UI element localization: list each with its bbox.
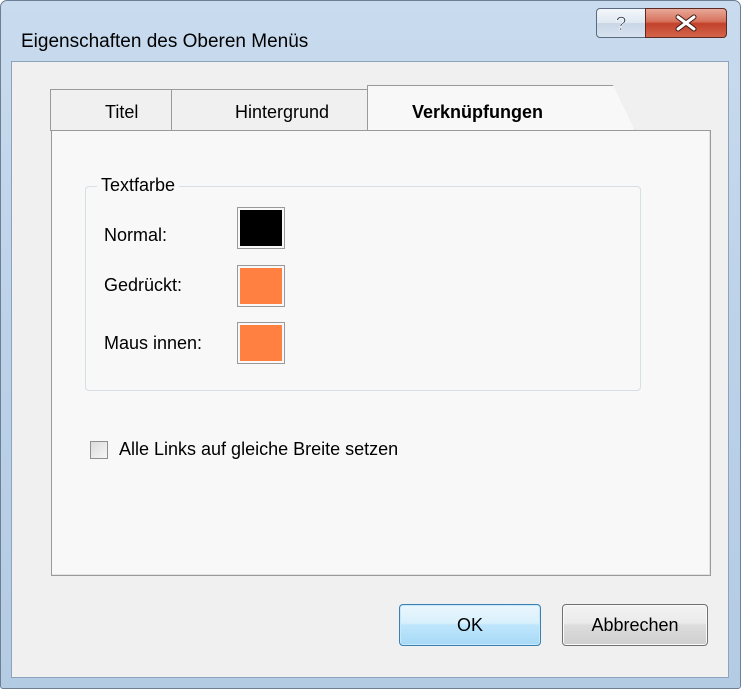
equal-width-checkbox[interactable] <box>90 441 108 459</box>
textfarbe-legend: Textfarbe <box>97 175 180 196</box>
svg-text:?: ? <box>616 14 627 35</box>
normal-color-fill <box>240 210 282 246</box>
maus-innen-label: Maus innen: <box>104 333 203 353</box>
tab-verknuepfungen-label: Verknüpfungen <box>412 102 544 122</box>
help-button[interactable]: ? <box>596 8 646 38</box>
normal-color-swatch[interactable] <box>237 207 285 249</box>
title-bar[interactable]: Eigenschaften des Oberen Menüs ? <box>1 1 740 61</box>
close-button[interactable] <box>645 8 727 38</box>
tab-hintergrund-label: Hintergrund <box>235 102 330 122</box>
dialog-window: Eigenschaften des Oberen Menüs ? Titel H… <box>0 0 741 689</box>
help-icon: ? <box>615 14 627 36</box>
gedrueckt-label: Gedrückt: <box>104 275 183 295</box>
gedrueckt-color-fill <box>240 268 282 304</box>
cancel-button[interactable]: Abbrechen <box>562 604 708 646</box>
maus-innen-color-fill <box>240 325 282 361</box>
close-icon <box>675 14 697 32</box>
ok-button[interactable]: OK <box>399 604 541 646</box>
normal-label: Normal: <box>104 225 168 245</box>
gedrueckt-color-swatch[interactable] <box>237 265 285 307</box>
maus-innen-color-swatch[interactable] <box>237 322 285 364</box>
window-title: Eigenschaften des Oberen Menüs <box>21 31 309 52</box>
tab-titel-label: Titel <box>105 102 139 122</box>
equal-width-checkbox-label[interactable]: Alle Links auf gleiche Breite setzen <box>119 439 398 460</box>
